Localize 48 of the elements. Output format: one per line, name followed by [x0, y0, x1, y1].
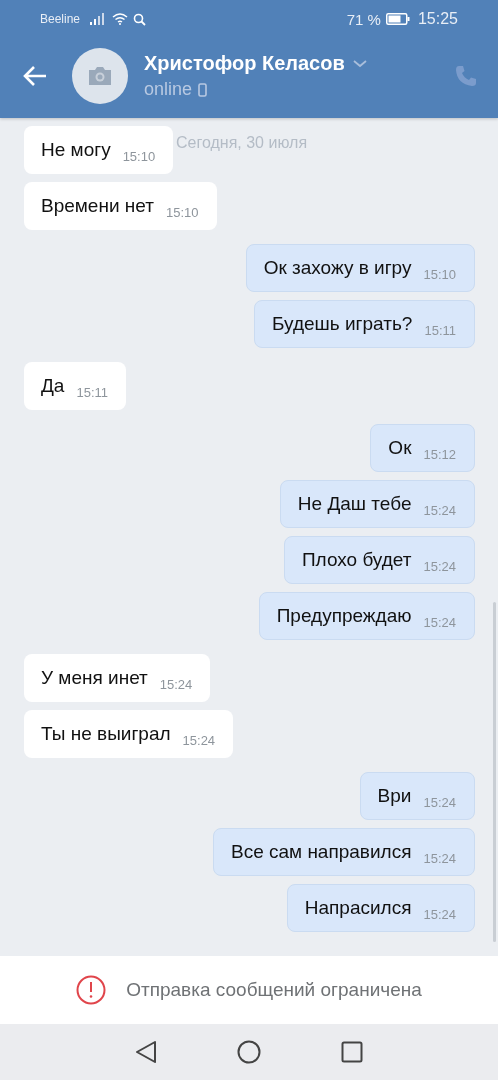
message-text: Времени нет	[41, 195, 154, 217]
contact-name[interactable]: Христофор Келасов	[144, 52, 345, 75]
back-nav-icon[interactable]	[135, 1040, 157, 1064]
online-status: online	[144, 79, 193, 100]
clock-time: 15:25	[417, 10, 458, 28]
message-time: 15:10	[165, 204, 199, 220]
carrier-name: Beeline	[40, 12, 81, 26]
message-time: 15:24	[423, 850, 456, 866]
message-time: 15:24	[182, 732, 216, 748]
message-text: Предупреждаю	[276, 605, 412, 627]
search-icon	[133, 12, 147, 26]
message-time: 15:11	[424, 322, 456, 338]
message-time: 15:24	[159, 676, 193, 692]
battery-icon	[385, 13, 410, 25]
message-text: Ты не выиграл	[41, 723, 171, 745]
message-time: 15:12	[423, 446, 456, 462]
message-time: 15:24	[423, 558, 456, 574]
message-text: Плохо будет	[301, 549, 412, 571]
message-text: Все сам направился	[230, 841, 412, 863]
message-time: 15:10	[423, 266, 456, 282]
message-text: Напрасился	[304, 897, 412, 919]
recents-nav-icon[interactable]	[341, 1041, 363, 1063]
message-text: Не Даш тебе	[297, 493, 412, 515]
message-text: Да	[41, 375, 65, 397]
message-text: Не могу	[41, 139, 111, 161]
phone-device-icon	[198, 82, 208, 97]
message-time: 15:11	[76, 384, 108, 400]
message-text: Ври	[377, 785, 412, 807]
camera-icon	[87, 66, 113, 86]
home-nav-icon[interactable]	[237, 1040, 261, 1064]
message-time: 15:24	[423, 794, 456, 810]
notice-text: Отправка сообщений ограничена	[126, 979, 422, 1001]
battery-percent: 71 %	[346, 10, 381, 28]
chevron-down-icon	[352, 59, 367, 68]
message-time: 15:24	[423, 614, 456, 630]
message-text: У меня инет	[41, 667, 148, 689]
exclamation-circle-icon	[76, 975, 107, 1005]
message-text: Ок	[388, 437, 412, 459]
message-text: Ок захожу в игру	[263, 257, 412, 279]
message-time: 15:24	[423, 502, 456, 518]
phone-icon	[454, 64, 478, 88]
message-time: 15:24	[423, 906, 456, 922]
message-time: 15:10	[122, 148, 156, 164]
avatar[interactable]	[72, 48, 128, 104]
message-text: Будешь играть?	[272, 313, 413, 335]
back-button[interactable]	[22, 65, 48, 87]
back-arrow-icon	[22, 65, 48, 87]
wifi-icon	[112, 13, 129, 25]
